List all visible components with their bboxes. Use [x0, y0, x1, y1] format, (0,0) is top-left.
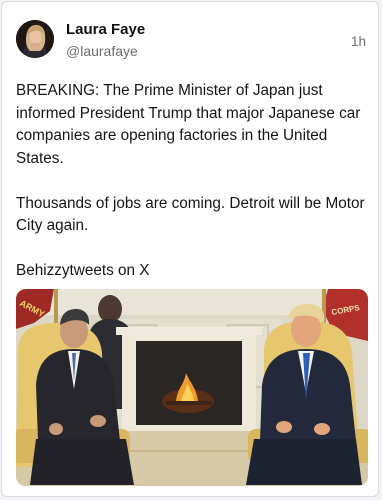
post-text-paragraph: BREAKING: The Prime Minister of Japan ju…: [16, 82, 361, 167]
post-text-paragraph: Thousands of jobs are coming. Detroit wi…: [16, 194, 365, 235]
post-media-image[interactable]: ARMY CORPS: [16, 289, 368, 486]
oval-office-meeting-photo: ARMY CORPS: [16, 289, 368, 486]
post-text: BREAKING: The Prime Minister of Japan ju…: [16, 80, 368, 283]
author-handle[interactable]: @laurafaye: [66, 43, 138, 59]
post-text-paragraph: Behizzytweets on X: [16, 262, 150, 279]
avatar[interactable]: [16, 20, 54, 58]
profile-photo-icon: [16, 20, 54, 58]
post-card[interactable]: Laura Faye @laurafaye 1h BREAKING: The P…: [1, 1, 379, 497]
post-timestamp[interactable]: 1h: [351, 34, 366, 49]
author-display-name[interactable]: Laura Faye: [66, 21, 145, 38]
